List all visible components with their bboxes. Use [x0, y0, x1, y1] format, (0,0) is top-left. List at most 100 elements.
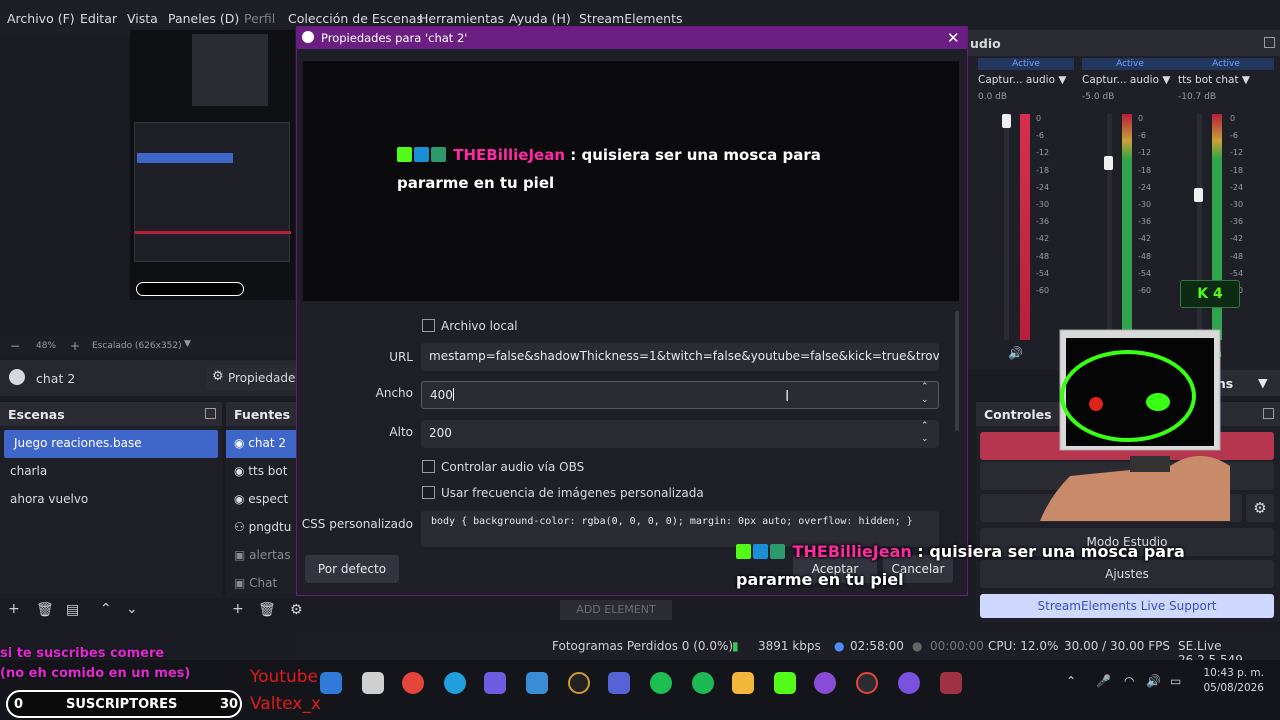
scenes-header: Escenas	[0, 402, 222, 426]
gear-icon: ⚙	[212, 369, 224, 384]
menu-ayuda[interactable]: Ayuda (H)	[509, 11, 571, 26]
teams-icon[interactable]	[608, 672, 630, 694]
gear-icon[interactable]: ⚙	[1246, 494, 1274, 522]
system-clock[interactable]: 10:43 p. m. 05/08/2026	[1198, 666, 1264, 696]
overlay-text: pararme en tu piel	[736, 570, 904, 589]
properties-button[interactable]: ⚙ Propiedades	[206, 365, 302, 391]
dock-icon[interactable]	[1264, 37, 1275, 48]
mixer-channel: Active tts bot chat ▼ -10.7 dB	[1178, 58, 1274, 358]
custom-fps-checkbox[interactable]: Usar frecuencia de imágenes personalizad…	[422, 486, 704, 500]
status-bar: Fotogramas Perdidos 0 (0.0%) ▮ 3891 kbps…	[296, 632, 1280, 667]
chevron-down-icon[interactable]: ▼	[184, 339, 191, 349]
dialog-scrollbar[interactable]	[955, 311, 959, 431]
trash-icon[interactable]: 🗑	[258, 602, 276, 618]
wifi-icon[interactable]: ◠	[1124, 674, 1134, 688]
add-scene-button[interactable]: +	[8, 601, 20, 617]
streamer-bot-icon[interactable]	[940, 672, 962, 694]
control-audio-checkbox[interactable]: Controlar audio vía OBS	[422, 460, 584, 474]
defaults-button[interactable]: Por defecto	[305, 555, 399, 583]
chevron-down-icon[interactable]: ▼	[1242, 74, 1250, 86]
local-file-checkbox[interactable]: Archivo local	[422, 319, 518, 333]
menu-perfil[interactable]: Perfil	[244, 11, 275, 26]
source-item[interactable]: ◉ tts bot	[226, 458, 296, 486]
dock-icon[interactable]	[205, 408, 216, 419]
menu-archivo[interactable]: Archivo (F)	[7, 11, 75, 26]
volume-slider-handle[interactable]	[1002, 114, 1011, 128]
speaker-icon[interactable]: 🔊	[1008, 346, 1023, 360]
source-item[interactable]: ⚇ pngdtu	[226, 514, 296, 542]
pinwheel-icon[interactable]	[814, 672, 836, 694]
app-icon[interactable]	[650, 672, 672, 694]
volume-slider-handle[interactable]	[1194, 188, 1203, 202]
stream-time: 02:58:00	[850, 639, 904, 653]
volume-slider-track[interactable]	[1004, 114, 1009, 340]
source-item[interactable]: ◉ espect	[226, 486, 296, 514]
dock-icon[interactable]	[1263, 408, 1274, 419]
chevron-down-icon[interactable]: ▼	[1258, 375, 1268, 390]
tray-chevron-icon[interactable]: ⌃	[1066, 674, 1076, 688]
scene-item[interactable]: charla	[0, 458, 222, 486]
sources-header: Fuentes	[226, 402, 296, 426]
trash-icon[interactable]: 🗑	[36, 602, 54, 618]
move-down-button[interactable]: ⌄	[126, 601, 138, 617]
microphone-icon[interactable]: 🎤	[1096, 674, 1111, 688]
scene-item[interactable]: ahora vuelvo	[0, 486, 222, 514]
channel-name: Captur... audio ▼	[978, 74, 1074, 86]
windows-start-icon[interactable]	[320, 672, 342, 694]
add-source-button[interactable]: +	[232, 601, 244, 617]
source-item[interactable]: ▣ Chat	[226, 570, 296, 598]
meter-scale: 0 -6 -12 -18 -24 -30 -36 -42 -48 -54 -60	[1138, 110, 1151, 299]
filter-icon[interactable]: ▤	[66, 602, 79, 618]
tick-label: 0	[1138, 114, 1144, 123]
tick-label: -24	[1230, 182, 1244, 192]
obs-live-icon[interactable]	[856, 672, 878, 694]
menu-coleccion-escenas[interactable]: Colección de Escenas	[288, 11, 423, 26]
volume-icon[interactable]: 🔊	[1146, 674, 1161, 688]
youtube-handle: Valtex_x	[250, 694, 321, 714]
chevron-down-icon[interactable]: ▼	[1162, 74, 1170, 86]
chat-app-icon[interactable]	[898, 672, 920, 694]
sub-badge-icon	[770, 544, 785, 559]
se-live-support-button[interactable]: StreamElements Live Support	[980, 594, 1274, 618]
overlay-social: Youtube Valtex_x	[250, 664, 321, 718]
preview-canvas[interactable]	[130, 30, 295, 300]
menu-paneles[interactable]: Paneles (D)	[168, 11, 239, 26]
source-label: chat 2	[248, 436, 287, 450]
add-element-button[interactable]: ADD ELEMENT	[560, 600, 672, 620]
source-item[interactable]: ◉ chat 2	[226, 430, 296, 458]
spotify-icon[interactable]	[692, 672, 714, 694]
edge-icon[interactable]	[444, 672, 466, 694]
chrome-icon[interactable]	[402, 672, 424, 694]
menu-herramientas[interactable]: Herramientas	[419, 11, 504, 26]
menu-editar[interactable]: Editar	[80, 11, 117, 26]
menu-streamelements[interactable]: StreamElements	[579, 11, 683, 26]
source-item[interactable]: ▣ alertas	[226, 542, 296, 570]
height-input[interactable]: 200	[421, 420, 939, 448]
store-icon[interactable]	[526, 672, 548, 694]
height-spinner[interactable]: ⌃ ⌄	[921, 420, 929, 446]
copilot-icon[interactable]	[484, 672, 506, 694]
scene-item[interactable]: Juego reaciones.base	[4, 430, 218, 458]
height-label: Alto	[389, 425, 413, 439]
audio-mixer-panel: udio Active Captur... audio ▼ 0.0 dB Act…	[968, 30, 1280, 370]
width-spinner[interactable]: ⌃ ⌄	[921, 381, 929, 407]
obs-taskbar-icon[interactable]	[568, 672, 590, 694]
zoom-in-button[interactable]: +	[70, 339, 80, 353]
move-up-button[interactable]: ⌃	[100, 601, 112, 617]
menu-vista[interactable]: Vista	[127, 11, 158, 26]
url-input[interactable]: mestamp=false&shadowThickness=1&twitch=f…	[421, 343, 939, 371]
width-input[interactable]: 400	[421, 381, 939, 409]
task-view-icon[interactable]	[362, 672, 384, 694]
chevron-down-icon[interactable]: ▼	[1058, 74, 1066, 86]
volume-slider-track[interactable]	[1107, 114, 1112, 340]
kick-app-icon[interactable]	[774, 672, 796, 694]
sub-badge-icon	[431, 147, 446, 162]
close-icon[interactable]: ✕	[947, 29, 960, 47]
volume-slider-handle[interactable]	[1104, 156, 1113, 170]
gear-icon[interactable]: ⚙	[290, 602, 303, 618]
folder-icon[interactable]	[732, 672, 754, 694]
tick-label: -60	[1138, 286, 1152, 296]
zoom-out-button[interactable]: −	[10, 339, 20, 353]
level-meter	[1020, 114, 1030, 340]
battery-icon[interactable]: ▭	[1170, 674, 1181, 688]
